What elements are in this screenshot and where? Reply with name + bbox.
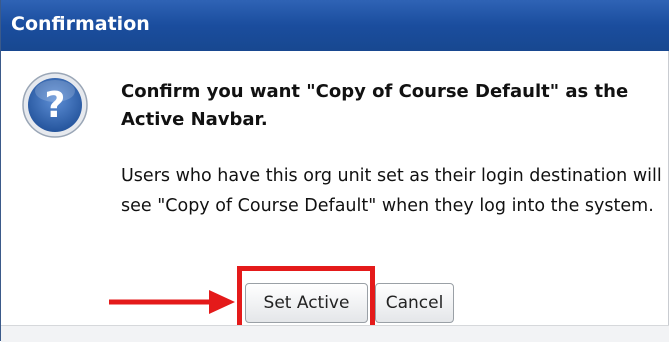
dialog-footer	[1, 325, 669, 342]
svg-text:?: ?	[45, 85, 66, 126]
dialog-heading: Confirm you want "Copy of Course Default…	[121, 81, 629, 130]
red-arrow-icon	[109, 290, 235, 314]
cancel-button[interactable]: Cancel	[375, 283, 454, 323]
set-active-button[interactable]: Set Active	[245, 283, 368, 323]
dialog-message: Users who have this org unit set as thei…	[121, 166, 662, 216]
confirmation-dialog: Confirmation ? Confirm you want "Copy of…	[0, 0, 669, 342]
dialog-titlebar: Confirmation	[1, 0, 669, 51]
dialog-title: Confirmation	[11, 13, 150, 35]
question-icon: ?	[22, 72, 88, 138]
